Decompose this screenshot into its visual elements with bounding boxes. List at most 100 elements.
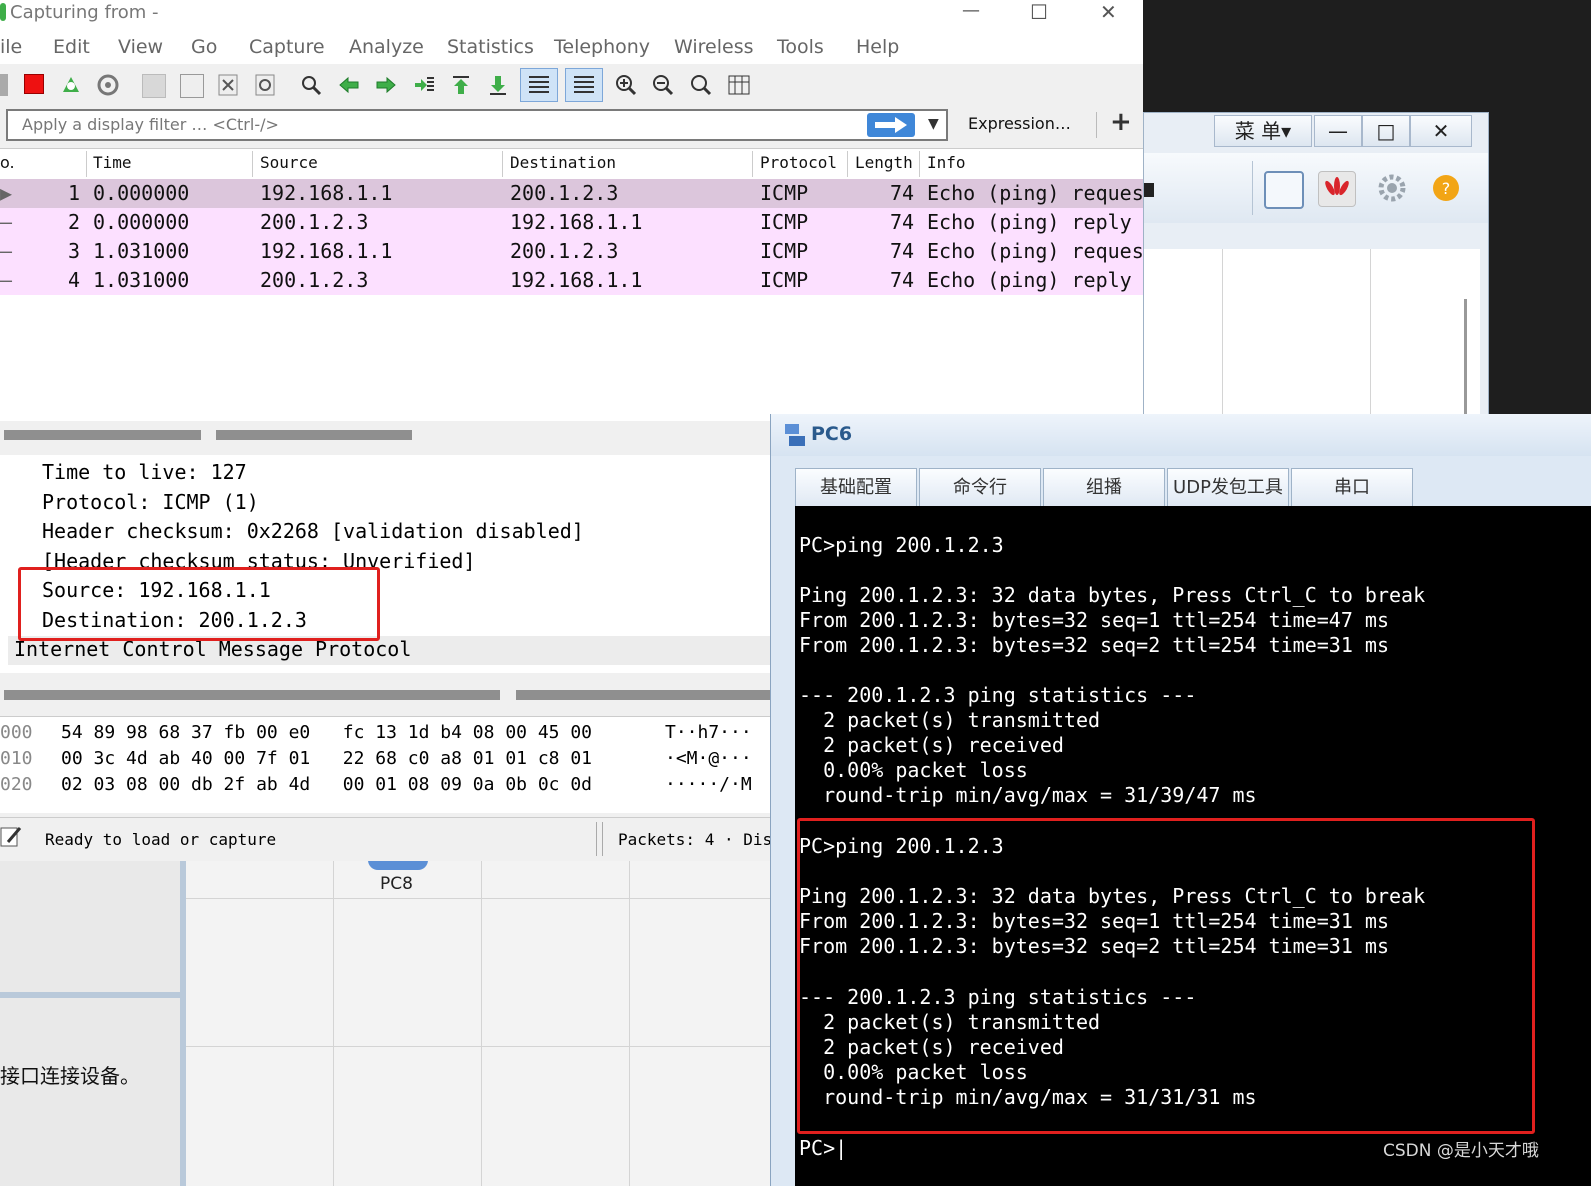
close-file-icon[interactable] bbox=[217, 74, 239, 96]
menu-analyze[interactable]: Analyze bbox=[349, 36, 424, 58]
last-packet-icon[interactable] bbox=[487, 74, 509, 96]
status-divider bbox=[596, 822, 597, 856]
svg-text:?: ? bbox=[1442, 179, 1451, 198]
hex-bytes[interactable]: 54 89 98 68 37 fb 00 e0 fc 13 1d b4 08 0… bbox=[61, 722, 592, 743]
pc6-window: PC6 基础配置 命令行 组播 UDP发包工具 串口 PC>ping 200.1… bbox=[770, 414, 1591, 1186]
tab-basic-config[interactable]: 基础配置 bbox=[795, 468, 917, 508]
column-time[interactable]: Time bbox=[93, 153, 132, 172]
hex-ascii[interactable]: ·····/·M bbox=[665, 774, 752, 795]
hex-bytes[interactable]: 00 3c 4d ab 40 00 7f 01 22 68 c0 a8 01 0… bbox=[61, 748, 592, 769]
chat-icon[interactable] bbox=[1264, 171, 1304, 209]
row-marker: – bbox=[0, 268, 13, 292]
zoom-in-icon[interactable] bbox=[615, 74, 637, 96]
huawei-icon[interactable] bbox=[1318, 171, 1356, 207]
menu-telephony[interactable]: Telephony bbox=[554, 36, 650, 58]
minimize-button[interactable]: — bbox=[962, 0, 980, 21]
menu-wireless[interactable]: Wireless bbox=[674, 36, 754, 58]
packet-length: 74 bbox=[890, 239, 915, 263]
pc8-icon[interactable] bbox=[368, 860, 428, 870]
column-protocol[interactable]: Protocol bbox=[760, 153, 837, 172]
settings-gear-icon[interactable] bbox=[1374, 171, 1410, 205]
close-button[interactable]: ✕ bbox=[1410, 115, 1472, 147]
find-packet-icon[interactable] bbox=[300, 74, 322, 96]
scrollbar[interactable] bbox=[1464, 299, 1467, 423]
help-icon[interactable]: ? bbox=[1428, 171, 1464, 205]
ensp-menu-button[interactable]: 菜 单▾ bbox=[1214, 115, 1312, 147]
restart-capture-icon[interactable] bbox=[60, 74, 82, 96]
ensp-workspace bbox=[1144, 249, 1480, 423]
packet-row-2[interactable]: – 2 0.000000 200.1.2.3 192.168.1.1 ICMP … bbox=[0, 208, 1143, 237]
hex-ascii[interactable]: ·<M·@··· bbox=[665, 748, 752, 769]
zoom-out-icon[interactable] bbox=[652, 74, 674, 96]
detail-protocol[interactable]: Protocol: ICMP (1) bbox=[42, 490, 259, 514]
pc6-title: PC6 bbox=[811, 423, 853, 445]
minimize-button[interactable]: — bbox=[1314, 115, 1362, 147]
terminal-line: PC>ping 200.1.2.3 bbox=[799, 533, 1004, 557]
hex-offset: 020 bbox=[0, 774, 33, 795]
column-length[interactable]: Length bbox=[855, 153, 913, 172]
ensp-main-window: 菜 单▾ — □ ✕ ? bbox=[1143, 112, 1489, 424]
autoscroll-icon[interactable] bbox=[520, 68, 558, 102]
start-capture-icon[interactable] bbox=[0, 74, 8, 96]
menu-edit[interactable]: Edit bbox=[53, 36, 90, 58]
menu-file[interactable]: ile bbox=[0, 36, 22, 58]
edit-comment-icon[interactable] bbox=[0, 824, 22, 850]
restore-button[interactable]: □ bbox=[1362, 115, 1410, 147]
column-info[interactable]: Info bbox=[927, 153, 966, 172]
maximize-button[interactable]: ☐ bbox=[1030, 0, 1048, 24]
pane-splitter[interactable] bbox=[0, 680, 770, 710]
detail-checksum[interactable]: Header checksum: 0x2268 [validation disa… bbox=[42, 519, 584, 543]
column-no[interactable]: o. bbox=[0, 153, 15, 172]
go-forward-icon[interactable] bbox=[375, 74, 397, 96]
normal-size-icon[interactable] bbox=[690, 74, 712, 96]
packet-length: 74 bbox=[890, 268, 915, 292]
packet-row-1[interactable]: ▶ 1 0.000000 192.168.1.1 200.1.2.3 ICMP … bbox=[0, 179, 1144, 208]
menu-go[interactable]: Go bbox=[191, 36, 217, 58]
detail-ttl[interactable]: Time to live: 127 bbox=[42, 460, 247, 484]
colorize-icon[interactable] bbox=[565, 68, 603, 102]
packet-row-3[interactable]: – 3 1.031000 192.168.1.1 200.1.2.3 ICMP … bbox=[0, 237, 1144, 266]
filter-toolbar: Apply a display filter … <Ctrl-/> ▼ Expr… bbox=[0, 106, 1143, 146]
go-to-packet-icon[interactable] bbox=[413, 74, 435, 96]
ensp-side-panel: 接口连接设备。 bbox=[0, 860, 186, 1186]
tab-command-line[interactable]: 命令行 bbox=[919, 468, 1041, 508]
add-filter-button[interactable]: + bbox=[1110, 107, 1132, 137]
menu-tools[interactable]: Tools bbox=[777, 36, 824, 58]
status-ready: Ready to load or capture bbox=[45, 830, 277, 849]
column-source[interactable]: Source bbox=[260, 153, 318, 172]
tab-multicast[interactable]: 组播 bbox=[1043, 468, 1165, 508]
expression-button[interactable]: Expression… bbox=[968, 114, 1071, 133]
tab-udp-tool[interactable]: UDP发包工具 bbox=[1167, 468, 1289, 508]
pane-splitter[interactable] bbox=[0, 424, 770, 450]
open-file-icon[interactable] bbox=[142, 74, 166, 98]
hex-bytes[interactable]: 02 03 08 00 db 2f ab 4d 00 01 08 09 0a 0… bbox=[61, 774, 592, 795]
save-file-icon[interactable] bbox=[180, 74, 204, 98]
apply-filter-icon[interactable] bbox=[867, 113, 915, 137]
packet-info: Echo (ping) reques bbox=[927, 239, 1144, 263]
wireshark-logo-icon bbox=[0, 3, 6, 21]
close-button[interactable]: ✕ bbox=[1100, 0, 1117, 24]
reload-file-icon[interactable] bbox=[254, 74, 276, 96]
packet-row-4[interactable]: – 4 1.031000 200.1.2.3 192.168.1.1 ICMP … bbox=[0, 266, 1143, 295]
menu-statistics[interactable]: Statistics bbox=[447, 36, 534, 58]
menu-help[interactable]: Help bbox=[856, 36, 899, 58]
capture-options-icon[interactable] bbox=[97, 74, 119, 96]
resize-columns-icon[interactable] bbox=[728, 74, 750, 96]
column-destination[interactable]: Destination bbox=[510, 153, 616, 172]
command-terminal[interactable]: PC>ping 200.1.2.3 Ping 200.1.2.3: 32 dat… bbox=[795, 506, 1591, 1186]
go-back-icon[interactable] bbox=[338, 74, 360, 96]
row-marker: – bbox=[0, 239, 13, 263]
first-packet-icon[interactable] bbox=[450, 74, 472, 96]
hex-ascii[interactable]: T··h7··· bbox=[665, 722, 752, 743]
menu-capture[interactable]: Capture bbox=[249, 36, 325, 58]
terminal-prompt[interactable]: PC>| bbox=[799, 1136, 847, 1160]
filter-divider bbox=[1096, 112, 1097, 138]
terminal-line: 2 packet(s) received bbox=[799, 733, 1064, 757]
tab-serial[interactable]: 串口 bbox=[1291, 468, 1413, 508]
menu-view[interactable]: View bbox=[118, 36, 163, 58]
packet-source: 192.168.1.1 bbox=[260, 181, 393, 205]
filter-dropdown-chevron-down-icon[interactable]: ▼ bbox=[928, 116, 939, 132]
main-toolbar bbox=[0, 64, 1143, 107]
stop-capture-icon[interactable] bbox=[24, 74, 44, 94]
display-filter-input[interactable]: Apply a display filter … <Ctrl-/> bbox=[6, 109, 948, 141]
